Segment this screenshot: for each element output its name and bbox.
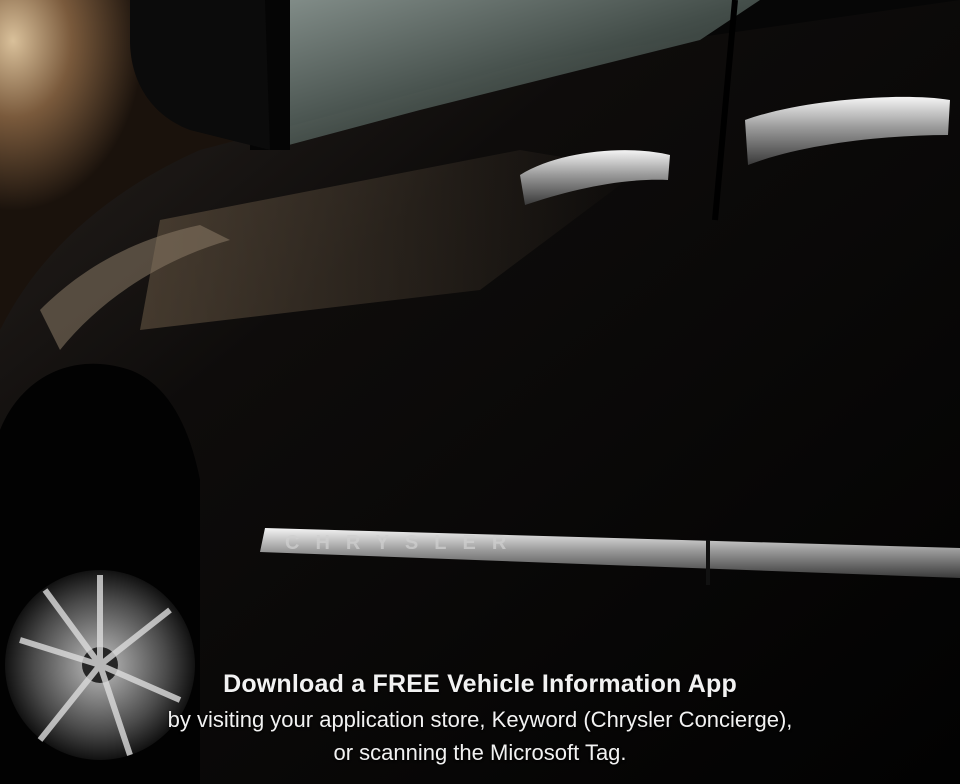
- caption-line-2: or scanning the Microsoft Tag.: [333, 740, 627, 765]
- caption-line-1: by visiting your application store, Keyw…: [167, 707, 793, 732]
- caption-title: Download a FREE Vehicle Information App: [223, 670, 737, 698]
- chrysler-badge: CHRYSLER: [285, 532, 522, 554]
- vehicle-photo: CHRYSLER: [0, 0, 960, 784]
